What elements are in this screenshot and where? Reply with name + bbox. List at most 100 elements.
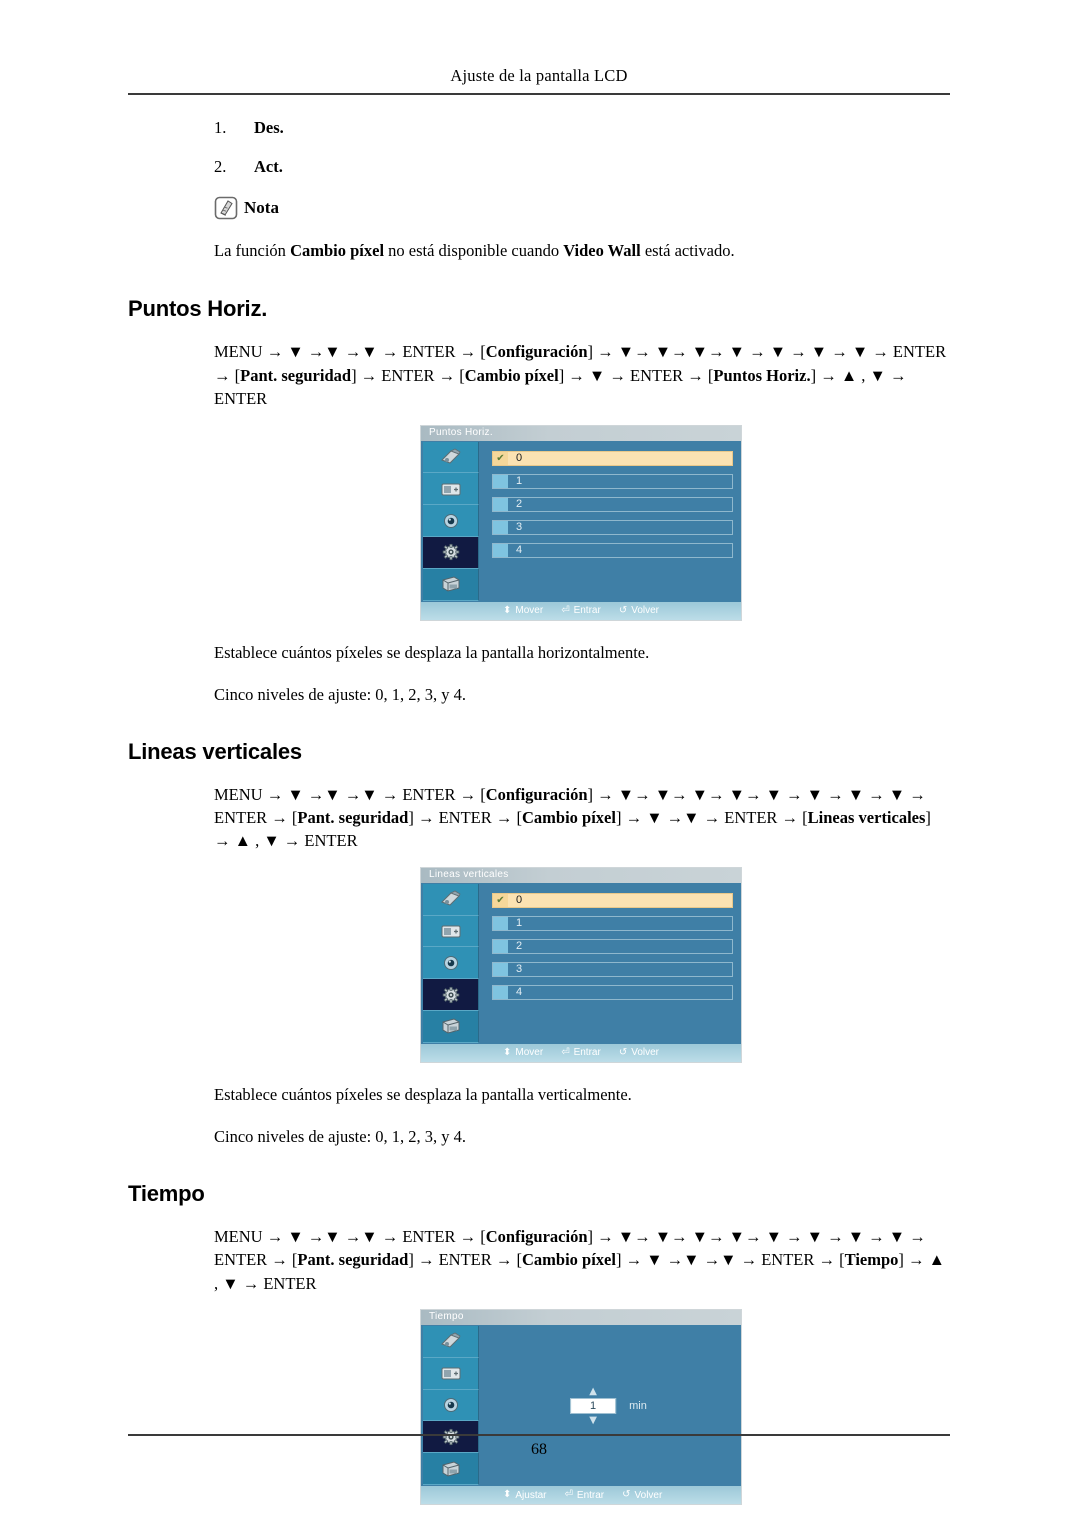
section-desc-2: Cinco niveles de ajuste: 0, 1, 2, 3, y 4…	[214, 684, 467, 704]
picture-icon	[439, 1363, 463, 1383]
enter-key-icon: ⏎	[561, 604, 570, 616]
page-number: 68	[531, 1441, 547, 1458]
osd-sidebar-item-picture[interactable]	[423, 915, 479, 948]
osd-sidebar-item-picture[interactable]	[423, 473, 479, 506]
osd-footer-volver[interactable]: ↺ Volver	[619, 1047, 659, 1058]
note-bold-cambio-pixel: Cambio píxel	[290, 241, 385, 260]
osd-screenshot-lineas-verticales: Lineas verticales ✔ 0 1 2 3 4 ⬍ Mover ⏎ …	[420, 866, 742, 1063]
osd-option-list: ✔ 0 1 2 3 4	[492, 450, 733, 566]
setup-gear-icon	[439, 985, 463, 1005]
osd-sidebar-item-multi-control[interactable]	[423, 568, 479, 601]
stepper-up-icon[interactable]: ▲	[589, 1386, 597, 1396]
osd-sidebar-item-sound[interactable]	[423, 505, 479, 537]
osd-option-row[interactable]: 2	[492, 938, 733, 954]
osd-footer-entrar[interactable]: ⏎ Entrar	[561, 1047, 601, 1058]
updown-arrows-icon: ⬍	[503, 604, 512, 616]
osd-footer-label: Entrar	[576, 1489, 605, 1501]
stepper-unit-label: min	[629, 1399, 647, 1412]
osd-footer-volver[interactable]: ↺ Volver	[622, 1490, 662, 1501]
osd-sidebar-item-input-source[interactable]	[423, 441, 479, 474]
section-heading-tiempo: Tiempo	[128, 1180, 205, 1206]
osd-screenshot-tiempo: Tiempo ▲ 1 ▼ min ⬍ Ajustar ⏎ Entrar ↺ Vo…	[420, 1309, 742, 1506]
osd-time-stepper[interactable]: ▲ 1 ▼ min	[570, 1386, 647, 1425]
swatch-icon	[493, 962, 508, 976]
input-source-icon	[439, 889, 463, 909]
osd-titlebar	[421, 1310, 741, 1326]
option-list: 1. Des. 2. Act.	[128, 118, 950, 177]
osd-screenshot-puntos-horiz: Puntos Horiz. ✔ 0 1 2 3 4 ⬍ Mover ⏎ Entr…	[420, 424, 742, 621]
osd-sidebar-item-input-source[interactable]	[423, 1326, 479, 1358]
osd-sidebar	[423, 883, 479, 1043]
updown-arrows-icon: ⬍	[503, 1489, 512, 1501]
osd-footer-entrar[interactable]: ⏎ Entrar	[561, 605, 601, 616]
enter-key-icon: ⏎	[564, 1489, 573, 1501]
list-item: 2. Act.	[214, 157, 950, 177]
swatch-icon	[493, 985, 508, 999]
multi-control-icon	[439, 574, 463, 594]
header-divider	[128, 93, 950, 95]
osd-footer-entrar[interactable]: ⏎ Entrar	[565, 1490, 605, 1501]
note-pencil-icon	[214, 196, 238, 220]
osd-sidebar	[423, 441, 479, 601]
osd-option-row[interactable]: 4	[492, 542, 733, 558]
input-source-icon	[439, 447, 463, 467]
osd-sidebar-item-sound[interactable]	[423, 1389, 479, 1422]
stepper-down-icon[interactable]: ▼	[589, 1415, 597, 1425]
osd-footer-label: Ajustar	[515, 1489, 547, 1501]
osd-option-row[interactable]: 3	[492, 519, 733, 535]
menu-path-tiempo: MENU → ▼ →▼ →▼ → ENTER → [Configuración]…	[214, 1226, 945, 1293]
osd-option-row[interactable]: 1	[492, 473, 733, 489]
menu-path-lineas-verticales: MENU → ▼ →▼ →▼ → ENTER → [Configuración]…	[214, 784, 931, 851]
note-header: Nota	[214, 196, 950, 220]
osd-option-row[interactable]: 2	[492, 496, 733, 512]
osd-footer: ⬍ Mover ⏎ Entrar ↺ Volver	[421, 1043, 741, 1062]
osd-footer-label: Volver	[631, 1047, 659, 1059]
osd-option-row[interactable]: ✔ 0	[492, 892, 733, 908]
osd-footer-volver[interactable]: ↺ Volver	[619, 605, 659, 616]
osd-option-label: 4	[516, 543, 523, 556]
swatch-icon	[493, 916, 508, 930]
osd-option-label: 1	[516, 916, 523, 929]
enter-key-icon: ⏎	[561, 1046, 570, 1058]
picture-icon	[439, 921, 463, 941]
osd-option-row[interactable]: 4	[492, 984, 733, 1000]
osd-option-label: 0	[516, 893, 523, 906]
osd-footer-ajustar[interactable]: ⬍ Ajustar	[503, 1490, 547, 1501]
osd-footer-label: Mover	[515, 605, 544, 617]
section-heading-lineas-verticales: Lineas verticales	[128, 738, 302, 764]
setup-gear-icon	[439, 542, 463, 562]
sound-icon	[439, 511, 463, 531]
document-page: Ajuste de la pantalla LCD 1. Des. 2. Act…	[0, 0, 1080, 1527]
osd-sidebar-item-picture[interactable]	[423, 1357, 479, 1390]
osd-footer-label: Volver	[631, 605, 659, 617]
osd-footer-label: Mover	[515, 1047, 544, 1059]
list-marker: 1.	[214, 118, 227, 137]
stepper-value[interactable]: 1	[570, 1397, 617, 1414]
osd-main-panel: ✔ 0 1 2 3 4	[481, 884, 739, 1043]
osd-option-label: 4	[516, 985, 523, 998]
osd-title: Lineas verticales	[429, 868, 509, 880]
section-heading-puntos-horiz: Puntos Horiz.	[128, 296, 268, 322]
osd-title: Tiempo	[429, 1311, 464, 1323]
osd-sidebar-item-input-source[interactable]	[423, 883, 479, 916]
osd-sidebar-item-setup[interactable]	[423, 536, 479, 569]
osd-option-row[interactable]: 1	[492, 915, 733, 931]
osd-sidebar-item-multi-control[interactable]	[423, 1010, 479, 1043]
multi-control-icon	[439, 1459, 463, 1479]
osd-option-label: 2	[516, 497, 523, 510]
running-header: Ajuste de la pantalla LCD	[450, 66, 628, 85]
osd-option-row[interactable]: ✔ 0	[492, 450, 733, 466]
osd-footer-label: Entrar	[573, 1047, 601, 1059]
osd-footer-mover[interactable]: ⬍ Mover	[503, 605, 543, 616]
list-marker: 2.	[214, 157, 227, 176]
osd-sidebar-item-sound[interactable]	[423, 947, 479, 980]
note-text-part: La función	[214, 241, 291, 260]
osd-footer-mover[interactable]: ⬍ Mover	[503, 1047, 543, 1058]
osd-option-label: 1	[516, 474, 523, 487]
return-arrow-icon: ↺	[618, 604, 628, 616]
osd-sidebar-item-setup[interactable]	[423, 979, 479, 1011]
input-source-icon	[439, 1331, 463, 1351]
note-label: Nota	[244, 198, 279, 217]
osd-option-row[interactable]: 3	[492, 961, 733, 977]
sound-icon	[439, 953, 463, 973]
